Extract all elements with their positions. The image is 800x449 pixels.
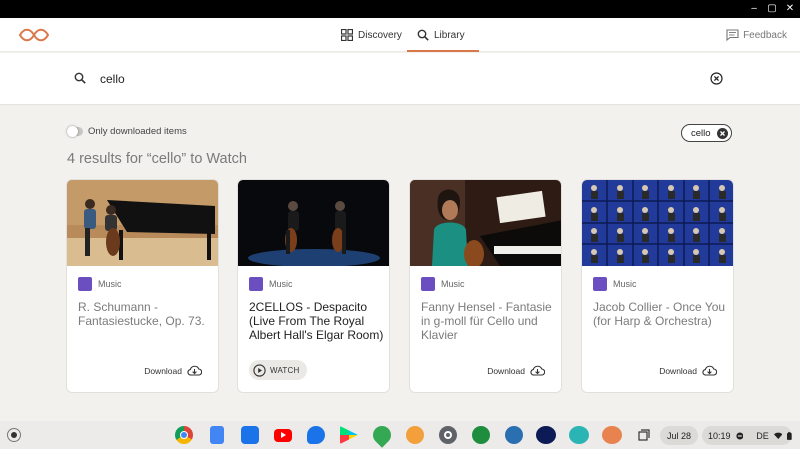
play-icon <box>253 363 266 377</box>
kolibri-logo-icon[interactable] <box>18 27 50 43</box>
window-titlebar: ‒ ▢ ✕ <box>0 0 800 18</box>
content-card[interactable]: Music 2CELLOS - Despacito (Live From The… <box>237 179 390 393</box>
card-title: Jacob Collier - Once You (for Harp & Orc… <box>593 300 726 328</box>
os-shelf: Jul 28 10:19 DE <box>0 421 800 449</box>
music-category-icon <box>249 277 263 291</box>
battery-icon <box>787 431 792 440</box>
docs-icon[interactable] <box>210 426 224 444</box>
download-label: Download <box>144 365 182 376</box>
card-title: Fanny Hensel - Fantasie in g-moll für Ce… <box>421 300 552 342</box>
remove-chip-icon[interactable] <box>717 128 728 139</box>
music-category-icon <box>421 277 435 291</box>
app-icon[interactable] <box>472 426 490 444</box>
feedback-button[interactable]: Feedback <box>726 18 787 52</box>
app-icon[interactable] <box>569 426 589 444</box>
category-label: Music <box>269 279 293 289</box>
card-thumbnail <box>238 180 389 266</box>
category-label: Music <box>613 279 637 289</box>
downloaded-only-toggle[interactable] <box>67 126 83 137</box>
music-category-icon <box>78 277 92 291</box>
grid-icon <box>341 29 353 41</box>
search-input[interactable] <box>100 69 680 89</box>
wifi-icon <box>773 432 783 439</box>
app-header: Discovery Library Feedback <box>0 18 800 52</box>
status-tray[interactable]: 10:19 DE <box>702 426 792 445</box>
files-icon[interactable] <box>241 426 259 444</box>
date-pill[interactable]: Jul 28 <box>660 426 698 445</box>
card-thumbnail <box>582 180 733 266</box>
download-button[interactable]: Download <box>659 365 717 376</box>
download-label: Download <box>659 365 697 376</box>
date-label: Jul 28 <box>666 430 692 441</box>
card-title: 2CELLOS - Despacito (Live From The Royal… <box>249 300 384 342</box>
minimize-button[interactable]: ‒ <box>747 2 761 16</box>
card-thumbnail <box>67 180 218 266</box>
card-thumbnail <box>410 180 561 266</box>
messages-icon[interactable] <box>307 426 325 444</box>
youtube-icon[interactable] <box>274 429 292 442</box>
close-button[interactable]: ✕ <box>783 2 797 16</box>
do-not-disturb-icon <box>735 432 743 439</box>
content-card[interactable]: Music Jacob Collier - Once You (for Harp… <box>581 179 734 393</box>
maximize-button[interactable]: ▢ <box>765 2 779 16</box>
content-card[interactable]: Music R. Schumann - Fantasiestucke, Op. … <box>66 179 219 393</box>
results-heading: 4 results for “cello” to Watch <box>67 151 247 167</box>
search-chip[interactable]: cello <box>681 124 732 142</box>
launcher-icon[interactable] <box>7 428 21 442</box>
feedback-icon <box>726 29 739 41</box>
app-icon[interactable] <box>505 426 523 444</box>
tab-discovery-label: Discovery <box>358 29 402 41</box>
download-label: Download <box>487 365 525 376</box>
card-title: R. Schumann - Fantasiestucke, Op. 73. <box>78 300 205 328</box>
music-category-icon <box>593 277 607 291</box>
search-chip-label: cello <box>691 127 711 139</box>
downloaded-only-label: Only downloaded items <box>88 126 187 137</box>
content-card[interactable]: Music Fanny Hensel - Fantasie in g-moll … <box>409 179 562 393</box>
cloud-download-icon <box>702 365 717 376</box>
chrome-icon[interactable] <box>175 426 193 444</box>
app-icon[interactable] <box>406 426 424 444</box>
play-store-icon[interactable] <box>340 426 358 444</box>
watch-label: WATCH <box>270 365 300 375</box>
category-label: Music <box>98 279 122 289</box>
kolibri-icon[interactable] <box>602 426 622 444</box>
search-bar <box>0 53 800 105</box>
download-button[interactable]: Download <box>144 365 202 376</box>
settings-icon[interactable] <box>439 426 457 444</box>
download-button[interactable]: Download <box>487 365 545 376</box>
cloud-download-icon <box>530 365 545 376</box>
disney-plus-icon[interactable] <box>536 426 556 444</box>
feedback-label: Feedback <box>743 29 787 41</box>
watch-button[interactable]: WATCH <box>249 360 308 380</box>
category-label: Music <box>441 279 465 289</box>
time-label: 10:19 <box>708 430 731 441</box>
clear-search-icon[interactable] <box>710 72 723 85</box>
tote-icon[interactable] <box>638 429 650 441</box>
tab-library-label: Library <box>434 29 465 41</box>
search-icon <box>417 29 429 41</box>
maps-icon[interactable] <box>369 422 395 448</box>
cloud-download-icon <box>187 365 202 376</box>
locale-label: DE <box>756 430 769 441</box>
tab-discovery[interactable]: Discovery <box>341 18 402 52</box>
search-icon <box>74 72 86 84</box>
tab-library[interactable]: Library <box>407 18 479 52</box>
